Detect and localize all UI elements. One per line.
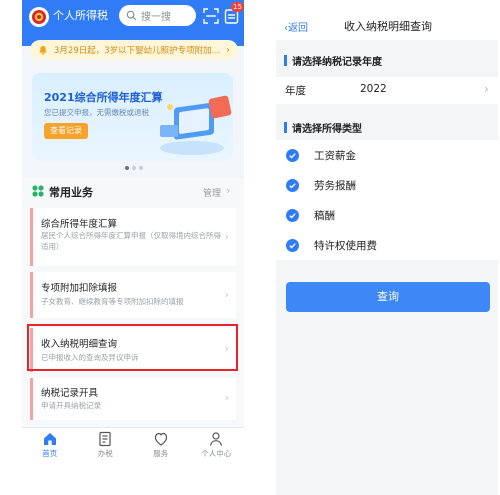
grid-icon — [32, 185, 44, 197]
carousel-dots — [125, 166, 143, 170]
card-description: 居民个人综合所得年度汇算申报（仅取得境内综合所得适用） — [41, 231, 221, 251]
home-screen: 个人所得税 搜一搜 15 3月29日起，3岁以下婴幼儿照护专项附加… › 202… — [22, 0, 244, 495]
banner-subtitle: 您已提交申报，无需缴税或退税 — [44, 108, 149, 117]
option-label: 特许权使用费 — [314, 239, 377, 252]
income-type-option[interactable]: 工资薪金 — [286, 147, 356, 163]
user-icon — [210, 432, 223, 446]
tax-emblem-icon — [29, 7, 49, 27]
card-title: 综合所得年度汇算 — [41, 219, 118, 230]
message-badge: 15 — [231, 2, 244, 12]
section-label-text: 请选择纳税记录年度 — [292, 56, 382, 68]
search-icon — [126, 10, 137, 21]
query-button[interactable]: 查询 — [286, 282, 490, 312]
chevron-right-icon: › — [226, 184, 231, 197]
tab-label: 首页 — [42, 449, 58, 458]
income-type-option[interactable]: 稿酬 — [286, 207, 335, 223]
tab-tax[interactable]: 办税 — [78, 428, 134, 460]
nav-header: ‹返回 收入纳税明细查询 — [276, 0, 498, 40]
highlight-box — [27, 324, 238, 371]
tab-home[interactable]: 首页 — [22, 428, 78, 460]
notice-bar[interactable]: 3月29日起，3岁以下婴幼儿照护专项附加… › — [30, 40, 238, 60]
income-query-screen: ‹返回 收入纳税明细查询 请选择纳税记录年度 年度 2022 › 请选择所得类型… — [276, 0, 498, 495]
checkbox-checked-icon[interactable] — [286, 178, 299, 192]
service-card-annual-reconciliation[interactable]: 综合所得年度汇算 居民个人综合所得年度汇算申报（仅取得境内综合所得适用） › — [30, 208, 236, 266]
back-button[interactable]: ‹返回 — [284, 19, 308, 34]
chevron-right-icon: › — [484, 82, 489, 96]
year-label: 年度 — [285, 85, 306, 97]
chevron-right-icon: › — [226, 44, 230, 56]
banner-title: 2021综合所得年度汇算 — [44, 91, 163, 104]
document-icon — [99, 431, 111, 447]
year-selector[interactable]: 年度 2022 › — [276, 77, 498, 104]
year-section-label: 请选择纳税记录年度 — [276, 49, 498, 71]
income-type-option[interactable]: 劳务报酬 — [286, 177, 356, 193]
service-card-special-deduction[interactable]: 专项附加扣除填报 子女教育、继续教育等专项附加扣除的填报 › — [30, 272, 236, 318]
card-title: 专项附加扣除填报 — [41, 283, 118, 294]
tab-label: 服务 — [153, 449, 169, 458]
option-label: 工资薪金 — [314, 149, 356, 162]
banner-illustration-icon — [160, 95, 232, 155]
tab-service[interactable]: 服务 — [133, 428, 189, 460]
common-services-section: 常用业务 管理 › 综合所得年度汇算 居民个人综合所得年度汇算申报（仅取得境内综… — [22, 178, 244, 438]
bell-icon — [39, 46, 47, 55]
app-title: 个人所得税 — [53, 9, 108, 22]
checkbox-checked-icon[interactable] — [286, 148, 299, 162]
service-icon — [154, 432, 167, 446]
option-label: 稿酬 — [314, 209, 335, 222]
income-type-list: 工资薪金 劳务报酬 稿酬 特许权使用费 — [276, 140, 498, 260]
checkbox-checked-icon[interactable] — [286, 238, 299, 252]
card-description: 子女教育、继续教育等专项附加扣除的填报 — [41, 297, 184, 306]
tab-label: 办税 — [97, 449, 113, 458]
section-header: 常用业务 管理 › — [22, 178, 244, 204]
year-value: 2022 — [360, 83, 387, 95]
view-records-button[interactable]: 查看记录 — [44, 123, 88, 139]
home-indicator-area — [22, 460, 244, 495]
service-card-tax-record[interactable]: 纳税记录开具 申请开具纳税记录 › — [30, 378, 236, 420]
section-title: 常用业务 — [49, 186, 93, 199]
chevron-right-icon: › — [224, 230, 229, 243]
section-label-text: 请选择所得类型 — [292, 123, 362, 135]
notice-text: 3月29日起，3岁以下婴幼儿照护专项附加… — [54, 46, 221, 56]
annual-reconciliation-banner[interactable]: 2021综合所得年度汇算 您已提交申报，无需缴税或退税 查看记录 — [32, 73, 233, 161]
tab-profile[interactable]: 个人中心 — [189, 428, 245, 460]
type-section-label: 请选择所得类型 — [276, 116, 498, 138]
screenshot-stage: 个人所得税 搜一搜 15 3月29日起，3岁以下婴幼儿照护专项附加… › 202… — [0, 0, 500, 495]
scan-icon[interactable] — [203, 8, 219, 24]
card-title: 纳税记录开具 — [41, 388, 99, 399]
tab-label: 个人中心 — [201, 449, 232, 458]
option-label: 劳务报酬 — [314, 179, 356, 192]
bottom-spacer — [276, 483, 498, 495]
search-placeholder: 搜一搜 — [141, 12, 171, 23]
manage-link[interactable]: 管理 — [203, 186, 221, 199]
card-description: 申请开具纳税记录 — [41, 401, 101, 410]
search-box[interactable]: 搜一搜 — [119, 5, 196, 26]
back-label: 返回 — [288, 23, 308, 34]
chevron-right-icon: › — [224, 288, 229, 301]
chevron-right-icon: › — [224, 391, 229, 404]
bottom-tab-bar: 首页 办税 服务 个人中心 — [22, 427, 244, 460]
income-type-option[interactable]: 特许权使用费 — [286, 237, 377, 253]
checkbox-checked-icon[interactable] — [286, 208, 299, 222]
page-title: 收入纳税明细查询 — [344, 20, 432, 33]
home-icon — [43, 433, 56, 445]
